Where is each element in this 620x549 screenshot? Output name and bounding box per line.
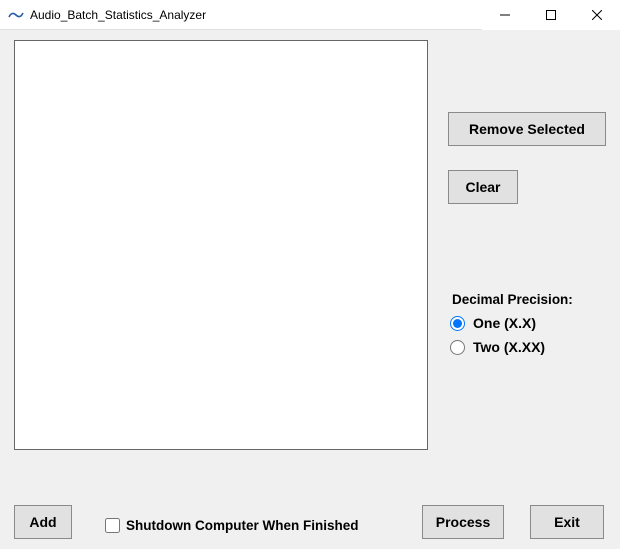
shutdown-label: Shutdown Computer When Finished [126, 518, 358, 533]
close-button[interactable] [574, 0, 620, 30]
precision-two-label: Two (X.XX) [473, 339, 545, 355]
file-listbox[interactable] [14, 40, 428, 450]
decimal-precision-label: Decimal Precision: [448, 292, 608, 311]
maximize-button[interactable] [528, 0, 574, 30]
titlebar: Audio_Batch_Statistics_Analyzer [0, 0, 620, 30]
client-area: Remove Selected Clear Decimal Precision:… [0, 30, 620, 549]
precision-one-label: One (X.X) [473, 315, 536, 331]
shutdown-checkbox-row[interactable]: Shutdown Computer When Finished [105, 518, 358, 533]
decimal-precision-group: Decimal Precision: One (X.X) Two (X.XX) [448, 292, 608, 359]
exit-button[interactable]: Exit [530, 505, 604, 539]
shutdown-checkbox[interactable] [105, 518, 120, 533]
app-window: Audio_Batch_Statistics_Analyzer Remove S… [0, 0, 620, 549]
precision-two-radio[interactable] [450, 340, 465, 355]
add-button[interactable]: Add [14, 505, 72, 539]
app-icon [8, 7, 24, 23]
precision-one-row[interactable]: One (X.X) [448, 311, 608, 335]
clear-button[interactable]: Clear [448, 170, 518, 204]
window-title: Audio_Batch_Statistics_Analyzer [30, 8, 482, 22]
minimize-button[interactable] [482, 0, 528, 30]
bottom-toolbar: Add Shutdown Computer When Finished Proc… [0, 505, 620, 539]
precision-one-radio[interactable] [450, 316, 465, 331]
process-button[interactable]: Process [422, 505, 504, 539]
precision-two-row[interactable]: Two (X.XX) [448, 335, 608, 359]
remove-selected-button[interactable]: Remove Selected [448, 112, 606, 146]
